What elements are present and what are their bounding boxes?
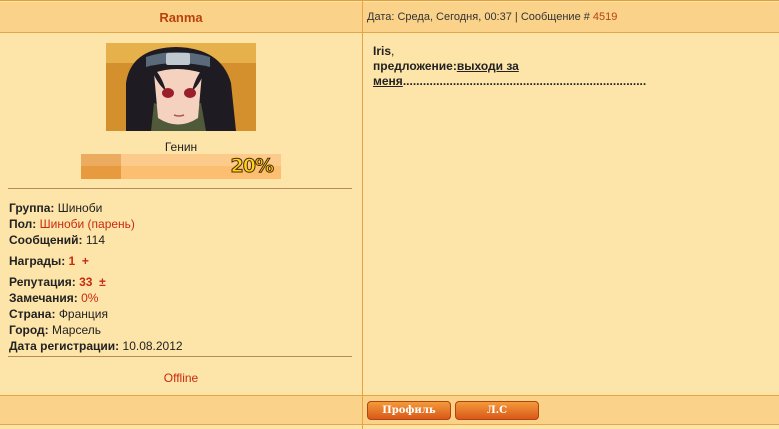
author-header: Ranma — [0, 2, 362, 33]
column-divider — [362, 1, 363, 429]
post-number-link[interactable]: 4519 — [593, 11, 617, 23]
info-gender: Пол: Шиноби (парень) — [9, 217, 135, 231]
profile-button[interactable]: Профиль — [367, 401, 451, 420]
post-footer: Профиль Л.С — [0, 395, 779, 426]
post-meta-header: Дата: Среда, Сегодня, 00:37 | Сообщение … — [363, 2, 779, 33]
info-posts: Сообщений: 114 — [9, 233, 106, 247]
warnings-link[interactable]: 0% — [81, 291, 98, 305]
info-registration: Дата регистрации: 10.08.2012 — [9, 339, 183, 353]
divider — [8, 356, 352, 357]
rank-progress-bar: 20% — [81, 154, 281, 179]
online-status: Offline — [163, 371, 199, 385]
post-line-2: предложение:выходи за меня..............… — [373, 59, 647, 88]
post-body: Iris, предложение:выходи за меня........… — [373, 44, 773, 89]
private-message-button[interactable]: Л.С — [455, 401, 539, 420]
divider — [8, 188, 352, 189]
post-date: Дата: Среда, Сегодня, 00:37 | Сообщение … — [367, 11, 590, 23]
avatar — [106, 43, 256, 131]
post-line-1: Iris, — [373, 44, 395, 58]
info-country: Страна: Франция — [9, 307, 108, 321]
info-awards: Награды: 1 + — [9, 254, 89, 268]
forum-post: Ranma Дата: Среда, Сегодня, 00:37 | Сооб… — [0, 0, 779, 429]
info-group: Группа: Шиноби — [9, 201, 103, 215]
awards-link[interactable]: 1 — [69, 254, 76, 268]
add-award-link[interactable]: + — [82, 254, 89, 268]
change-reputation-link[interactable]: ± — [99, 275, 106, 289]
reputation-link[interactable]: 33 — [79, 275, 92, 289]
author-nickname[interactable]: Ranma — [159, 10, 202, 25]
info-warnings: Замечания: 0% — [9, 291, 99, 305]
info-city: Город: Марсель — [9, 323, 102, 337]
user-info: Группа: Шиноби Пол: Шиноби (парень) Сооб… — [9, 200, 354, 354]
rank-progress-text: 20% — [230, 155, 275, 178]
info-reputation: Репутация: 33 ± — [9, 275, 106, 289]
user-rank: Генин — [164, 140, 198, 154]
